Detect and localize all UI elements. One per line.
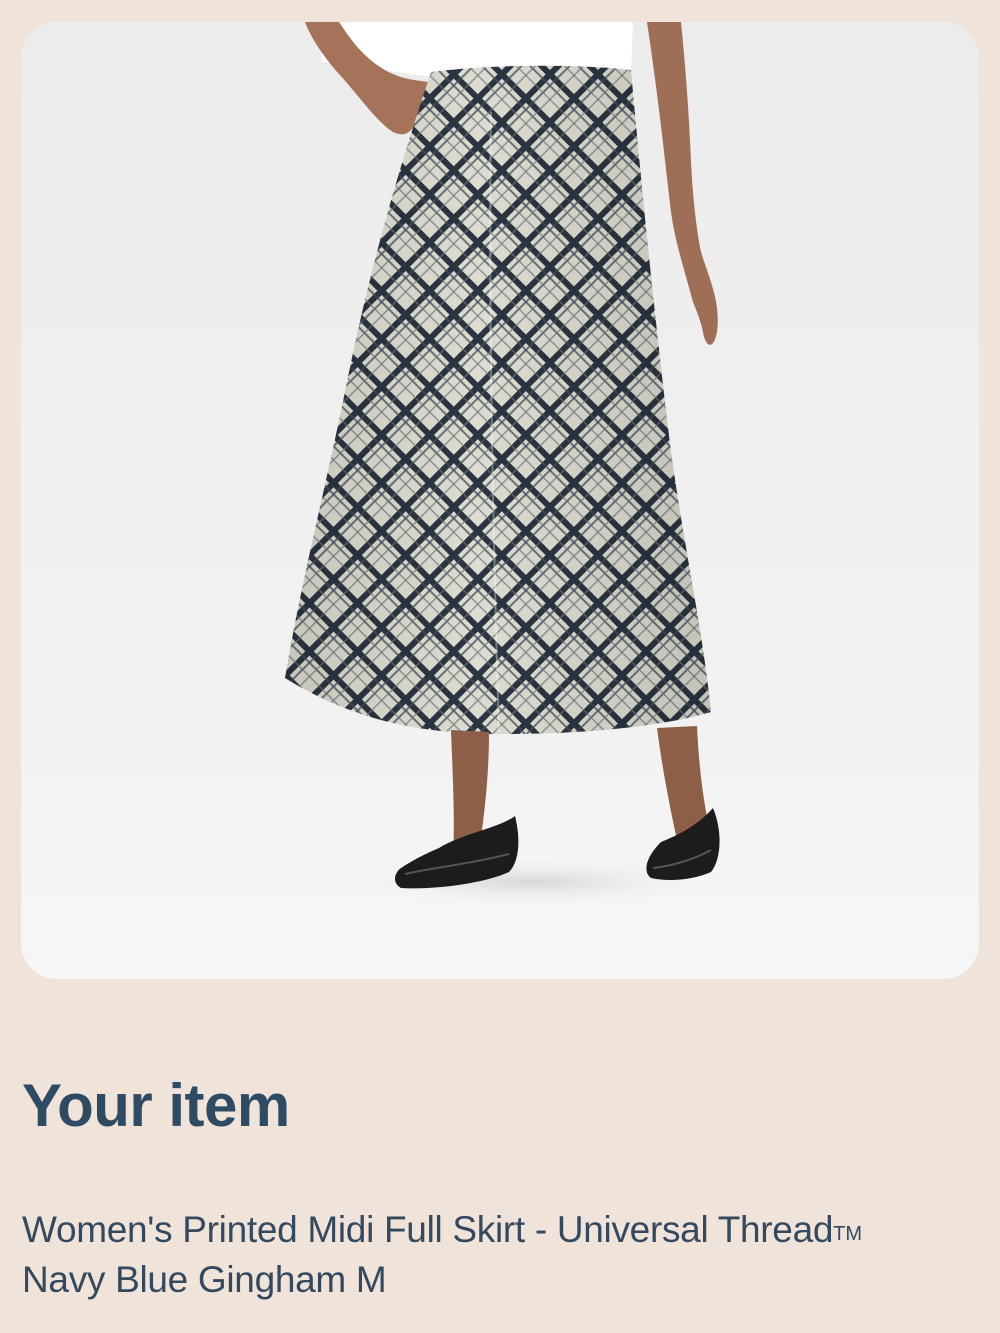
trademark-symbol: TM <box>833 1223 863 1245</box>
product-image-card <box>21 22 979 979</box>
item-title-text: Women's Printed Midi Full Skirt - Univer… <box>22 1209 834 1250</box>
item-title: Women's Printed Midi Full Skirt - Univer… <box>22 1205 962 1255</box>
product-image <box>21 22 979 979</box>
your-item-heading: Your item <box>22 1072 290 1139</box>
item-details: Women's Printed Midi Full Skirt - Univer… <box>22 1205 962 1305</box>
item-variant: Navy Blue Gingham M <box>22 1259 387 1300</box>
